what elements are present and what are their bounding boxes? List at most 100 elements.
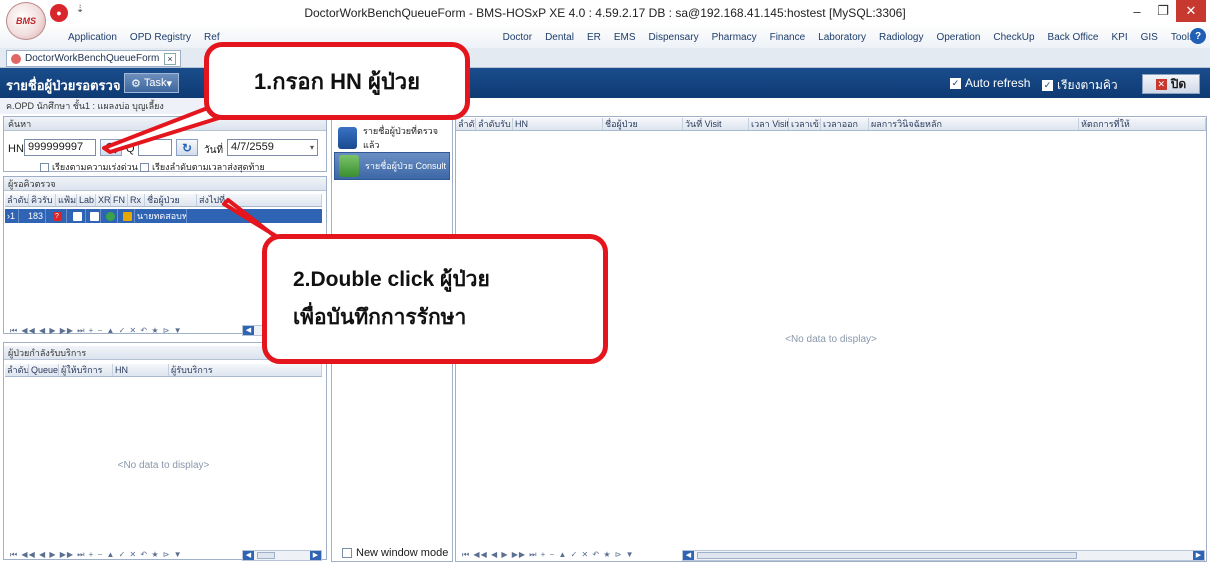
checkbox-box <box>40 162 49 172</box>
checkbox-box <box>140 162 149 172</box>
minimize-button[interactable]: – <box>1126 0 1148 22</box>
in-service-navigator[interactable]: ⏮ ◀◀ ◀ ▶ ▶▶ ⏭ + − ▲ ✓ ✕ ↶ ★ ⊳ ▼ <box>10 548 183 562</box>
menu-item-opd-registry[interactable]: OPD Registry <box>130 32 191 43</box>
scroll-thumb[interactable] <box>257 552 275 559</box>
hn-input[interactable]: 999999997 <box>24 139 96 156</box>
sort-queue-label: เรียงตามคิว <box>1057 78 1118 92</box>
column-header[interactable]: ลำดับ <box>456 118 476 130</box>
examined-patients-button[interactable]: รายชื่อผู้ป่วยที่ตรวจแล้ว <box>334 124 450 152</box>
menu-item-dental[interactable]: Dental <box>545 32 574 43</box>
scroll-left-icon[interactable]: ◀ <box>243 326 254 335</box>
column-header[interactable]: ชื่อผู้ป่วย <box>603 118 683 130</box>
column-header[interactable]: FN <box>111 194 128 206</box>
waiting-grid-header: ลำดับ คิวรับ แฟ้ม Lab XR FN Rx ชื่อผู้ป่วย ส่งไป… <box>5 194 322 207</box>
menu-item-radiology[interactable]: Radiology <box>879 32 923 43</box>
menu-item-application[interactable]: Application <box>68 32 117 43</box>
menu-item-doctor[interactable]: Doctor <box>503 32 532 43</box>
close-window-button[interactable]: ✕ <box>1176 0 1206 22</box>
consult-label: รายชื่อผู้ป่วย Consult <box>365 161 447 171</box>
column-header[interactable]: คิวรับ <box>29 194 56 206</box>
check-circle-icon <box>105 211 115 221</box>
sort-urgent-checkbox[interactable]: เรียงตามความเร่งด่วน <box>40 160 138 174</box>
row-send-to <box>187 209 322 223</box>
column-header[interactable]: วันที่ Visit <box>683 118 749 130</box>
right-grid-navigator[interactable]: ⏮ ◀◀ ◀ ▶ ▶▶ ⏭ + − ▲ ✓ ✕ ↶ ★ ⊳ ▼ <box>462 548 635 562</box>
task-label: Task <box>143 77 167 89</box>
column-header[interactable]: ลำดับ <box>5 364 29 376</box>
right-grid-scrollbar[interactable]: ◀ ▶ <box>682 550 1205 561</box>
menu-item-ref[interactable]: Ref <box>204 32 220 43</box>
menu-item-back-office[interactable]: Back Office <box>1048 32 1099 43</box>
menu-item-pharmacy[interactable]: Pharmacy <box>712 32 757 43</box>
menu-item-ems[interactable]: EMS <box>614 32 636 43</box>
gear-icon: ⚙ <box>131 77 141 90</box>
scroll-left-icon[interactable]: ◀ <box>243 551 254 560</box>
callout-step1-text: 1.กรอก HN ผู้ป่วย <box>253 68 421 94</box>
checkbox-box <box>342 548 352 558</box>
column-header[interactable]: Lab <box>77 194 96 206</box>
column-header[interactable]: ส่งไปที่ <box>197 194 322 206</box>
queue-input[interactable] <box>138 139 172 156</box>
column-header[interactable]: Rx <box>128 194 145 206</box>
new-window-mode-checkbox[interactable]: New window mode <box>342 547 448 559</box>
sort-queue-checkbox[interactable]: ✓ เรียงตามคิว <box>1042 76 1118 95</box>
date-input[interactable]: 4/7/2559 ▾ <box>227 139 318 156</box>
tab-label: DoctorWorkBenchQueueForm <box>25 53 160 64</box>
menu-item-checkup[interactable]: CheckUp <box>993 32 1034 43</box>
task-button[interactable]: ⚙ Task ▾ <box>124 73 180 93</box>
column-header[interactable]: HN <box>513 118 603 130</box>
chevron-down-icon[interactable]: ▾ <box>310 140 314 155</box>
fn-cell <box>101 209 118 223</box>
table-row[interactable]: ›1 183 ? นายทดสอบฟฟร <box>5 209 322 223</box>
column-header[interactable]: เวลาเข้า <box>789 118 821 130</box>
help-icon[interactable]: ? <box>1190 28 1206 44</box>
scroll-right-icon[interactable]: ▶ <box>310 551 321 560</box>
scroll-right-icon[interactable]: ▶ <box>1193 551 1204 560</box>
column-header[interactable]: ผลการวินิจฉัยหลัก <box>869 118 1079 130</box>
maximize-button[interactable]: ❐ <box>1152 0 1174 22</box>
column-header[interactable]: เวลา Visit <box>749 118 789 130</box>
refresh-button[interactable]: ↻ <box>176 139 198 156</box>
app-logo-icon[interactable]: BMS <box>6 2 46 40</box>
column-header[interactable]: HN <box>113 364 169 376</box>
menu-item-er[interactable]: ER <box>587 32 601 43</box>
sort-last-sent-checkbox[interactable]: เรียงลำดับตามเวลาส่งสุดท้าย <box>140 160 265 174</box>
waiting-navigator[interactable]: ⏮ ◀◀ ◀ ▶ ▶▶ ⏭ + − ▲ ✓ ✕ ↶ ★ ⊳ ▼ <box>10 324 183 338</box>
callout-step2-line1: 2.Double click ผู้ป่วย <box>293 268 490 291</box>
menu-item-dispensary[interactable]: Dispensary <box>649 32 699 43</box>
column-header[interactable]: XR <box>96 194 111 206</box>
column-header[interactable]: Queue <box>29 364 59 376</box>
column-header[interactable]: ชื่อผู้ป่วย <box>145 194 197 206</box>
xr-box-icon <box>89 211 99 221</box>
ribbon-menu: Application OPD Registry Ref Doctor Dental ER… <box>0 26 1210 48</box>
menu-item-operation[interactable]: Operation <box>936 32 980 43</box>
column-header[interactable]: ผู้ให้บริการ <box>59 364 113 376</box>
menu-item-kpi[interactable]: KPI <box>1111 32 1127 43</box>
tab-close-icon[interactable]: × <box>164 52 176 65</box>
menu-item-laboratory[interactable]: Laboratory <box>818 32 866 43</box>
menu-item-finance[interactable]: Finance <box>770 32 806 43</box>
xr-cell <box>86 209 101 223</box>
header-bar: รายชื่อผู้ป่วยรอตรวจ ⚙ Task ▾ ✓ Auto refres… <box>0 68 1210 98</box>
column-header[interactable]: แฟ้ม <box>56 194 77 206</box>
sort-urgent-label: เรียงตามความเร่งด่วน <box>52 162 138 172</box>
column-header[interactable]: ลำดับรับ <box>476 118 513 130</box>
column-header[interactable]: ผู้รับบริการ <box>169 364 322 376</box>
tab-doctor-workbench[interactable]: DoctorWorkBenchQueueForm × <box>6 50 181 67</box>
menu-item-gis[interactable]: GIS <box>1141 32 1158 43</box>
in-service-scrollbar[interactable]: ◀ ▶ <box>242 550 322 561</box>
auto-refresh-checkbox[interactable]: ✓ Auto refresh <box>950 76 1030 90</box>
column-header[interactable]: ลำดับ <box>5 194 29 206</box>
window-title: DoctorWorkBenchQueueForm - BMS-HOSxP XE … <box>304 6 906 20</box>
examined-label: รายชื่อผู้ป่วยที่ตรวจแล้ว <box>363 126 438 150</box>
scroll-thumb[interactable] <box>697 552 1077 559</box>
consult-patients-button[interactable]: รายชื่อผู้ป่วย Consult <box>334 152 450 180</box>
callout-step1: 1.กรอก HN ผู้ป่วย <box>204 42 470 120</box>
title-bar: BMS ● ⇣ DoctorWorkBenchQueueForm - BMS-H… <box>0 0 1210 40</box>
close-form-button[interactable]: ✕ ปิด <box>1142 74 1200 94</box>
lab-box-icon <box>72 211 82 221</box>
scroll-left-icon[interactable]: ◀ <box>683 551 694 560</box>
search-button[interactable] <box>100 139 122 156</box>
column-header[interactable]: หัตถการที่ให้ <box>1079 118 1206 130</box>
column-header[interactable]: เวลาออก <box>821 118 869 130</box>
